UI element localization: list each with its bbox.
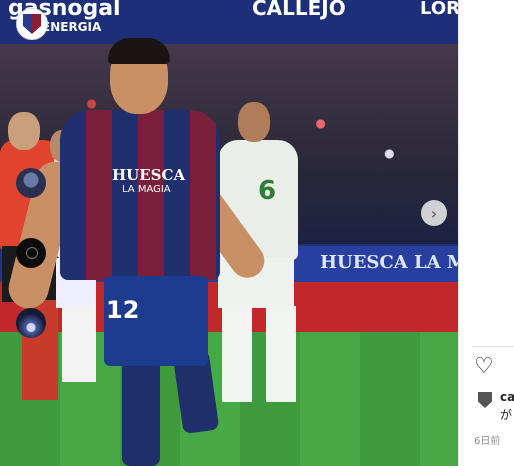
heart-icon[interactable]: ♡	[474, 356, 494, 378]
ad-brand-left-sub: ENERGIA	[42, 20, 102, 34]
main-player-hair	[108, 38, 170, 64]
main-player-shirt	[60, 110, 220, 280]
shirt-sponsor-sub: LA MAGIA	[122, 184, 171, 195]
post-photo[interactable]: gasnogal ENERGIA CALLEJO LOR HUESCA LA M…	[0, 0, 458, 466]
post-timestamp: 6日前	[474, 436, 501, 447]
story-avatar-2[interactable]	[16, 238, 46, 268]
stadium-ad-banner: gasnogal ENERGIA CALLEJO LOR	[0, 0, 458, 44]
white-kit-player-legs	[222, 306, 296, 402]
pitchside-board-text: HUESCA LA MA	[320, 252, 458, 273]
white-kit-player-head	[238, 102, 270, 142]
main-player-leg-left	[122, 360, 160, 466]
team-crest-icon	[23, 14, 41, 34]
sidebar-divider	[472, 346, 514, 347]
white-kit-player-number: 6	[258, 176, 277, 206]
ad-brand-mid: CALLEJO	[252, 0, 346, 20]
story-avatar-3[interactable]	[16, 308, 46, 338]
referee-head	[8, 112, 40, 150]
next-image-button[interactable]: ›	[421, 200, 447, 226]
story-avatar-1[interactable]	[16, 168, 46, 198]
background-player-legs	[62, 306, 96, 382]
ad-brand-right: LOR	[420, 0, 458, 19]
shorts-number: 12	[106, 296, 140, 324]
comment-username[interactable]: ca	[500, 390, 514, 404]
shirt-sponsor: HUESCA	[112, 166, 186, 184]
chevron-right-icon: ›	[430, 203, 438, 223]
comment-text: が	[500, 408, 513, 422]
profile-avatar[interactable]	[16, 8, 48, 40]
